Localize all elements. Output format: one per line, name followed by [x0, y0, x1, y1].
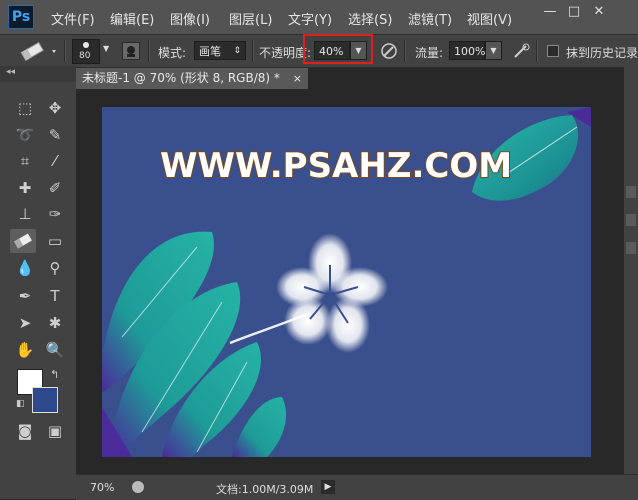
swap-colors-icon[interactable]: ↰ [50, 368, 59, 381]
path-select-tool-icon[interactable]: ➤ [12, 311, 38, 335]
photoshop-logo: Ps [8, 5, 34, 29]
right-panel-strip[interactable] [624, 66, 638, 499]
menu-select[interactable]: 选择(S) [348, 9, 392, 28]
hand-tool-icon[interactable]: ✋ [12, 338, 38, 362]
tab-close-icon[interactable]: × [293, 68, 302, 89]
document-size-info: 文档:1.00M/3.09M [216, 483, 314, 496]
zoom-tool-icon[interactable]: 🔍 [42, 338, 68, 362]
status-arrow-icon[interactable]: ▶ [321, 480, 335, 494]
flower-shape [229, 233, 388, 353]
move-tool-icon[interactable]: ✥ [42, 96, 68, 120]
tool-preset-picker[interactable] [14, 40, 60, 62]
flow-input[interactable]: 100% [449, 41, 485, 60]
eraser-icon [20, 41, 56, 62]
history-brush-tool-icon[interactable]: ✑ [42, 202, 68, 226]
leaf-cluster-bottom-left [102, 231, 287, 457]
screen-mode-icon[interactable]: ▣ [42, 419, 68, 443]
background-color-swatch[interactable] [32, 387, 58, 413]
panel-tab[interactable] [626, 242, 636, 254]
custom-shape-tool-icon[interactable]: ✱ [42, 311, 68, 335]
eraser-tool-icon[interactable] [10, 229, 36, 253]
canvas-artwork: WWW.PSAHZ.COM [102, 107, 591, 457]
marquee-tool-icon[interactable]: ⬚ [12, 96, 38, 120]
pen-tool-icon[interactable]: ✒ [12, 284, 38, 308]
quick-mask-icon[interactable]: ◙ [12, 419, 38, 443]
crop-tool-icon[interactable]: ⌗ [12, 149, 38, 173]
canvas-watermark-text: WWW.PSAHZ.COM [160, 146, 512, 186]
erase-history-label: 抹到历史记录 [566, 46, 638, 60]
gradient-tool-icon[interactable]: ▭ [42, 229, 68, 253]
airbrush-icon[interactable] [380, 42, 398, 60]
menu-bar: Ps 文件(F) 编辑(E) 图像(I) 图层(L) 文字(Y) 选择(S) 滤… [0, 0, 638, 34]
document-tab[interactable]: 未标题-1 @ 70% (形状 8, RGB/8) * × [76, 68, 308, 89]
airbrush-toggle-icon[interactable] [512, 42, 530, 60]
healing-brush-tool-icon[interactable]: ✚ [12, 176, 38, 200]
brush-dot-icon [83, 42, 89, 48]
flow-label: 流量: [415, 46, 444, 60]
lasso-tool-icon[interactable]: ➰ [12, 123, 38, 147]
flow-dropdown-button[interactable]: ▼ [485, 41, 502, 60]
mode-value: 画笔 [199, 45, 221, 58]
brush-size-picker[interactable]: 80 ▼ [72, 39, 112, 64]
panel-tab[interactable] [626, 186, 636, 198]
dodge-tool-icon[interactable]: ⚲ [42, 256, 68, 280]
menu-image[interactable]: 图像(I) [170, 9, 210, 28]
updown-icon: ⇕ [233, 46, 241, 56]
brush-size-value: 80 [79, 51, 91, 61]
toolbox-header[interactable]: ◂◂ [0, 66, 76, 82]
collapse-icon[interactable]: ◂◂ [6, 67, 15, 77]
minimize-button[interactable]: — [539, 3, 561, 21]
close-button[interactable]: ✕ [588, 3, 610, 21]
opacity-highlight-box [303, 34, 373, 64]
brush-tool-icon[interactable]: ✐ [42, 176, 68, 200]
erase-history-checkbox[interactable] [547, 45, 559, 57]
mode-label: 模式: [158, 46, 187, 60]
menu-layer[interactable]: 图层(L) [229, 9, 272, 28]
type-tool-icon[interactable]: T [42, 284, 68, 308]
menu-filter[interactable]: 滤镜(T) [408, 9, 452, 28]
menu-edit[interactable]: 编辑(E) [110, 9, 154, 28]
chevron-down-icon: ▼ [103, 44, 110, 53]
toolbox: ◂◂ ⬚ ✥ ➰ ✎ ⌗ ⁄ ✚ ✐ ⊥ ✑ ▭ 💧 ⚲ ✒ T ➤ ✱ ✋ 🔍… [0, 66, 76, 499]
default-colors-icon[interactable]: ◧ [16, 399, 25, 409]
menu-file[interactable]: 文件(F) [51, 9, 95, 28]
restore-button[interactable]: □ [563, 3, 585, 21]
brush-preset-icon[interactable] [122, 42, 140, 60]
status-bar: 70% 文档:1.00M/3.09M ▶ [76, 474, 638, 500]
menu-type[interactable]: 文字(Y) [288, 9, 332, 28]
quick-select-tool-icon[interactable]: ✎ [42, 123, 68, 147]
eyedropper-tool-icon[interactable]: ⁄ [42, 149, 68, 173]
blur-tool-icon[interactable]: 💧 [12, 256, 38, 280]
panel-tab[interactable] [626, 214, 636, 226]
mode-select[interactable]: 画笔 ⇕ [194, 41, 246, 60]
document-tab-title: 未标题-1 @ 70% (形状 8, RGB/8) * [82, 71, 280, 85]
status-menu-icon[interactable] [132, 481, 144, 493]
document-canvas[interactable]: WWW.PSAHZ.COM [102, 107, 591, 457]
zoom-level[interactable]: 70% [90, 481, 114, 494]
clone-stamp-tool-icon[interactable]: ⊥ [12, 202, 38, 226]
menu-view[interactable]: 视图(V) [467, 9, 512, 28]
